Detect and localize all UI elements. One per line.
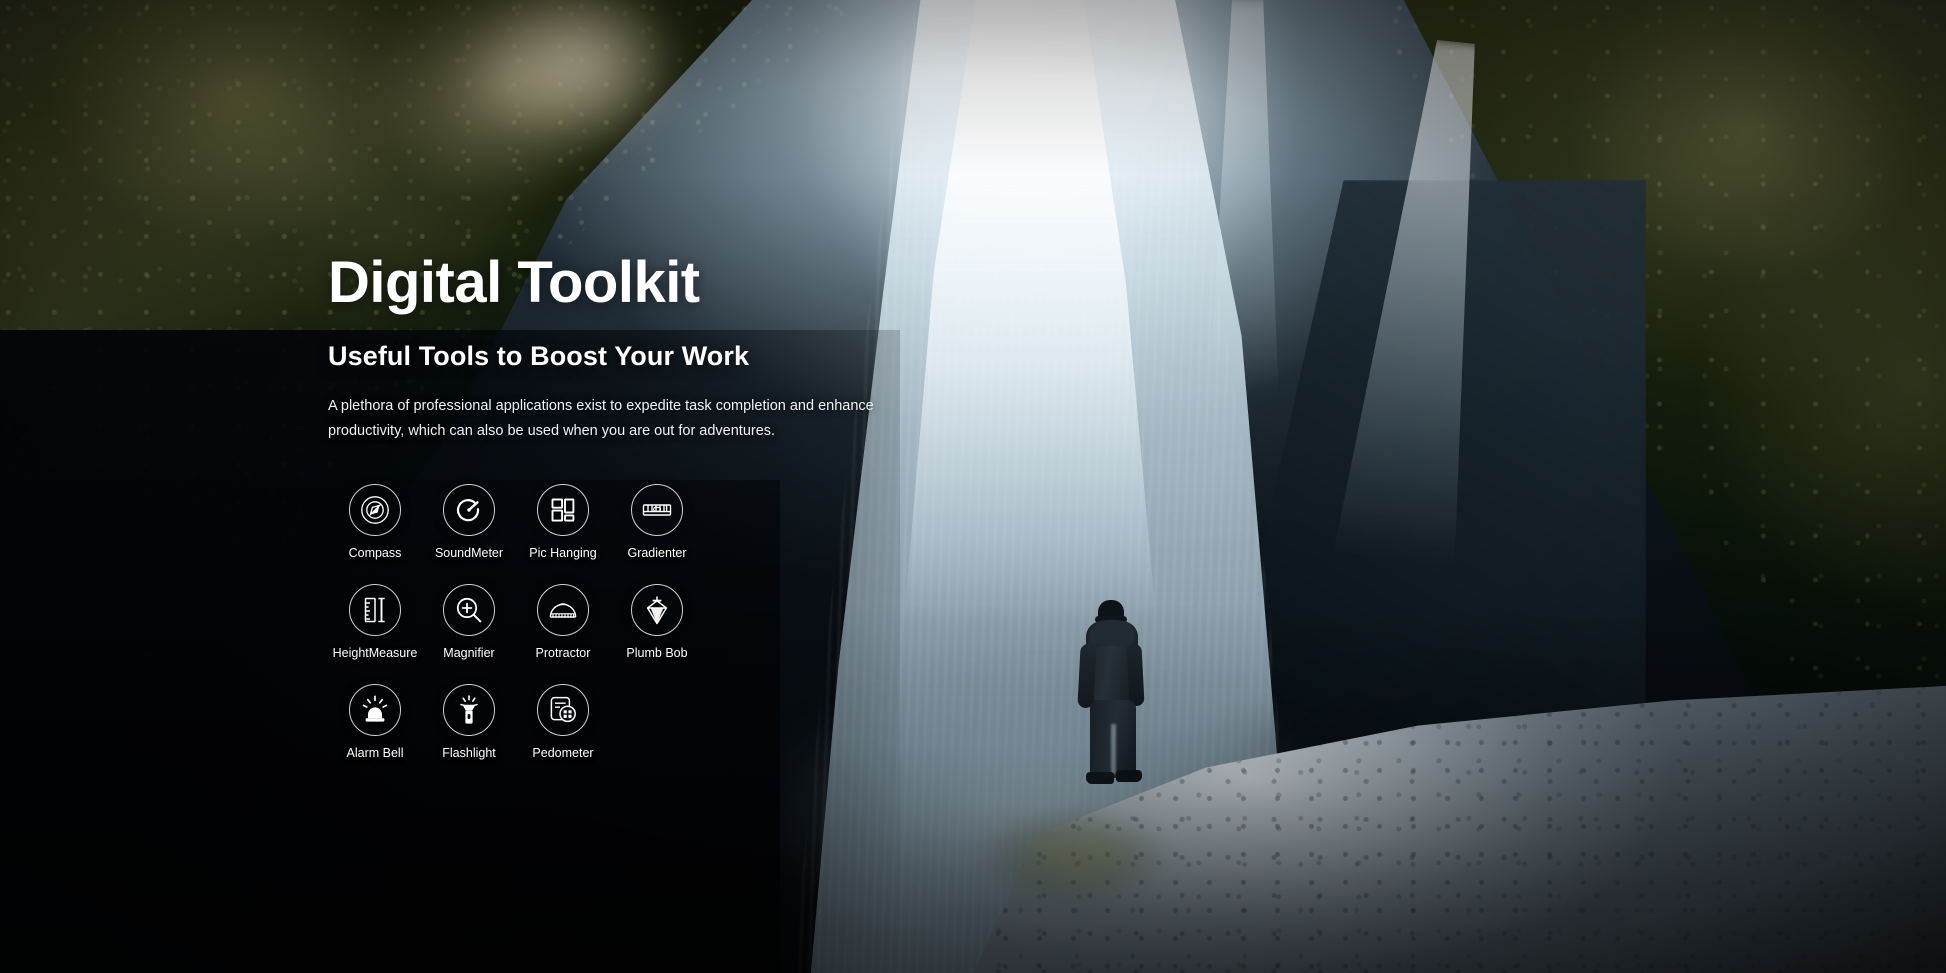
pic-hanging-icon[interactable] [537, 484, 589, 536]
gradienter-icon[interactable] [631, 484, 683, 536]
tool-item-magnifier[interactable]: Magnifier [422, 584, 516, 660]
page-description: A plethora of professional applications … [328, 394, 916, 444]
sound-meter-icon[interactable] [443, 484, 495, 536]
protractor-icon[interactable] [537, 584, 589, 636]
tool-label: Magnifier [443, 646, 494, 660]
tool-grid: Compass SoundMeter [328, 484, 704, 760]
hero-banner: Digital Toolkit Useful Tools to Boost Yo… [0, 0, 1946, 973]
flashlight-icon[interactable] [443, 684, 495, 736]
compass-icon[interactable] [349, 484, 401, 536]
tool-label: Plumb Bob [626, 646, 687, 660]
tool-item-compass[interactable]: Compass [328, 484, 422, 560]
tool-label: Pic Hanging [529, 546, 596, 560]
tool-label: Protractor [536, 646, 591, 660]
tool-item-alarm-bell[interactable]: Alarm Bell [328, 684, 422, 760]
tool-label: SoundMeter [435, 546, 503, 560]
tool-item-flashlight[interactable]: Flashlight [422, 684, 516, 760]
tool-label: Flashlight [442, 746, 496, 760]
tool-label: Pedometer [532, 746, 593, 760]
plumb-bob-icon[interactable] [631, 584, 683, 636]
tool-label: HeightMeasure [333, 646, 418, 660]
tool-label: Compass [349, 546, 402, 560]
height-measure-icon[interactable] [349, 584, 401, 636]
tool-label: Gradienter [627, 546, 686, 560]
magnifier-icon[interactable] [443, 584, 495, 636]
tool-item-soundmeter[interactable]: SoundMeter [422, 484, 516, 560]
page-title: Digital Toolkit [328, 252, 1088, 315]
tool-item-plumb-bob[interactable]: Plumb Bob [610, 584, 704, 660]
tool-item-gradienter[interactable]: Gradienter [610, 484, 704, 560]
tool-item-heightmeasure[interactable]: HeightMeasure [328, 584, 422, 660]
tool-item-pic-hanging[interactable]: Pic Hanging [516, 484, 610, 560]
alarm-bell-icon[interactable] [349, 684, 401, 736]
page-subtitle: Useful Tools to Boost Your Work [328, 341, 1088, 372]
tool-item-protractor[interactable]: Protractor [516, 584, 610, 660]
hero-content: Digital Toolkit Useful Tools to Boost Yo… [328, 252, 1088, 760]
tool-item-pedometer[interactable]: Pedometer [516, 684, 610, 760]
tool-label: Alarm Bell [347, 746, 404, 760]
pedometer-icon[interactable] [537, 684, 589, 736]
